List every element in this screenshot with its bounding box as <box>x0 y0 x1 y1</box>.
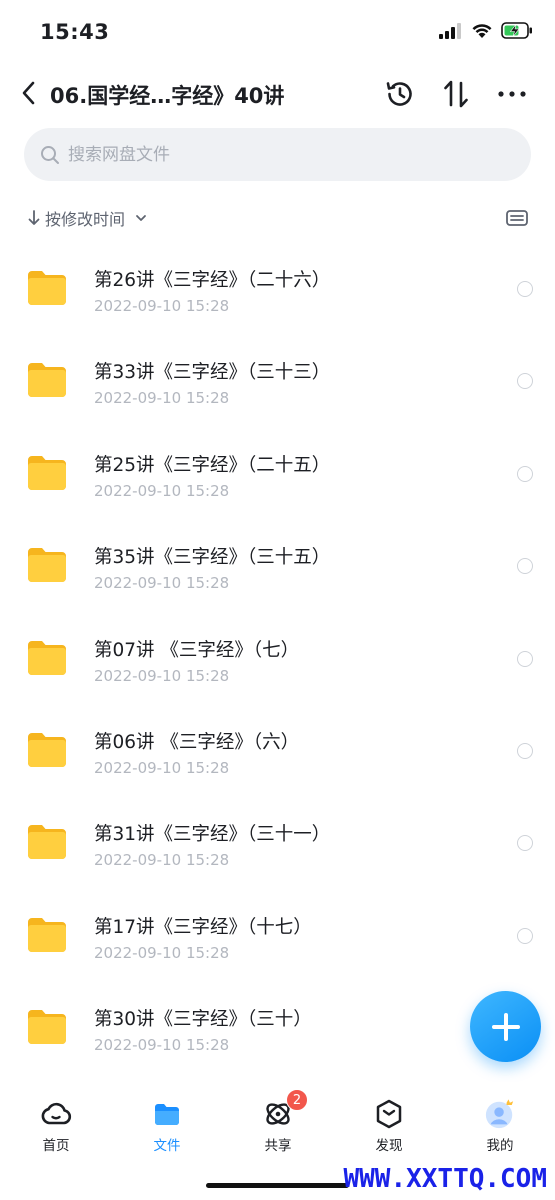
view-mode-toggle[interactable] <box>505 205 529 231</box>
folder-icon <box>28 1010 66 1045</box>
file-name: 第25讲《三字经》（二十五） <box>94 454 331 476</box>
share-badge: 2 <box>286 1089 308 1111</box>
file-row[interactable]: 第06讲 《三字经》（六） 2022-09-10 15:28 <box>0 698 555 790</box>
search-bar[interactable] <box>24 128 531 181</box>
file-name: 第30讲《三字经》（三十） <box>94 1009 312 1031</box>
file-list: 第26讲《三字经》（二十六） 2022-09-10 15:28 第33讲《三字经》（… <box>0 236 555 1068</box>
select-checkbox[interactable] <box>517 927 533 944</box>
folder-icon <box>28 640 66 675</box>
file-date: 2022-09-10 15:28 <box>94 1036 230 1055</box>
status-time: 15:43 <box>40 20 110 44</box>
file-name: 第33讲《三字经》（三十三） <box>94 362 331 384</box>
tab-files[interactable]: 文件 <box>127 1098 207 1154</box>
battery-charging-icon <box>501 22 532 39</box>
folder-icon <box>28 455 66 490</box>
file-date: 2022-09-10 15:28 <box>94 851 230 870</box>
cellular-signal-icon <box>439 22 461 39</box>
tab-me[interactable]: 我的 <box>460 1098 540 1154</box>
file-row[interactable]: 第26讲《三字经》（二十六） 2022-09-10 15:28 <box>0 236 555 328</box>
file-row[interactable]: 第17讲《三字经》（十七） 2022-09-10 15:28 <box>0 883 555 975</box>
tab-share-label: 共享 <box>264 1138 292 1154</box>
folder-icon <box>28 271 66 305</box>
more-icon <box>498 91 526 97</box>
file-name: 第06讲 《三字经》（六） <box>94 731 300 753</box>
chevron-down-icon <box>136 215 146 221</box>
file-date: 2022-09-10 15:28 <box>94 666 230 685</box>
search-icon <box>41 145 59 164</box>
cloud-icon <box>40 1098 72 1130</box>
more-button[interactable] <box>494 76 530 112</box>
file-row[interactable]: 第25讲《三字经》（二十五） 2022-09-10 15:28 <box>0 421 555 513</box>
select-checkbox[interactable] <box>517 465 533 482</box>
orbit-icon: 2 <box>262 1089 308 1130</box>
list-view-icon <box>506 210 528 226</box>
tab-bar: 首页 文件 2 共享 发现 我的 <box>0 1082 555 1172</box>
file-date: 2022-09-10 15:28 <box>94 481 230 500</box>
folder-icon <box>28 825 66 860</box>
add-button[interactable] <box>470 991 541 1062</box>
history-icon <box>386 82 412 106</box>
select-checkbox[interactable] <box>517 281 533 297</box>
select-checkbox[interactable] <box>517 835 533 852</box>
folder-icon <box>28 548 66 583</box>
sort-label: 按修改时间 <box>45 210 126 229</box>
sort-selector[interactable]: 按修改时间 <box>28 205 148 231</box>
file-date: 2022-09-10 15:28 <box>94 943 230 962</box>
file-name: 第07讲 《三字经》（七） <box>94 639 300 661</box>
tab-share[interactable]: 2 共享 <box>238 1089 318 1154</box>
folder-icon <box>28 732 66 767</box>
tab-home[interactable]: 首页 <box>16 1098 96 1154</box>
home-indicator <box>206 1183 349 1188</box>
back-button[interactable] <box>14 76 42 110</box>
sort-button[interactable] <box>438 76 474 112</box>
status-bar: 15:43 <box>0 0 555 66</box>
tab-home-label: 首页 <box>42 1138 70 1154</box>
folder-icon <box>28 363 66 398</box>
select-checkbox[interactable] <box>517 373 533 390</box>
discover-cube-icon <box>373 1098 405 1130</box>
plus-icon <box>491 1012 520 1041</box>
back-chevron-icon <box>22 81 35 105</box>
file-date: 2022-09-10 15:28 <box>94 297 230 315</box>
folder-icon <box>151 1098 183 1130</box>
select-checkbox[interactable] <box>517 650 533 667</box>
search-input[interactable] <box>68 144 468 165</box>
file-date: 2022-09-10 15:28 <box>94 389 230 408</box>
file-name: 第31讲《三字经》（三十一） <box>94 824 331 846</box>
tab-files-label: 文件 <box>153 1138 181 1154</box>
page-title: 06.国学经…字经》40讲 <box>50 84 285 108</box>
select-checkbox[interactable] <box>517 742 533 759</box>
wifi-icon <box>472 24 492 38</box>
file-name: 第35讲《三字经》（三十五） <box>94 547 331 569</box>
arrow-down-icon <box>28 210 40 225</box>
file-name: 第17讲《三字经》（十七） <box>94 916 312 938</box>
file-row[interactable]: 第31讲《三字经》（三十一） 2022-09-10 15:28 <box>0 790 555 882</box>
nav-bar: 06.国学经…字经》40讲 <box>0 66 555 122</box>
file-name: 第26讲《三字经》（二十六） <box>94 270 331 291</box>
file-row[interactable]: 第07讲 《三字经》（七） 2022-09-10 15:28 <box>0 606 555 698</box>
tab-discover-label: 发现 <box>375 1138 403 1154</box>
select-checkbox[interactable] <box>517 558 533 575</box>
file-date: 2022-09-10 15:28 <box>94 758 230 777</box>
file-row[interactable]: 第35讲《三字经》（三十五） 2022-09-10 15:28 <box>0 513 555 605</box>
watermark: WWW.XXTTQ.COM <box>343 1164 548 1194</box>
status-icons <box>439 22 533 39</box>
tab-me-label: 我的 <box>486 1138 514 1154</box>
file-row[interactable]: 第33讲《三字经》（三十三） 2022-09-10 15:28 <box>0 328 555 420</box>
tab-discover[interactable]: 发现 <box>349 1098 429 1154</box>
folder-icon <box>28 917 66 952</box>
file-date: 2022-09-10 15:28 <box>94 574 230 593</box>
avatar-icon <box>484 1098 516 1130</box>
history-button[interactable] <box>382 76 418 112</box>
sort-icon <box>444 80 468 108</box>
